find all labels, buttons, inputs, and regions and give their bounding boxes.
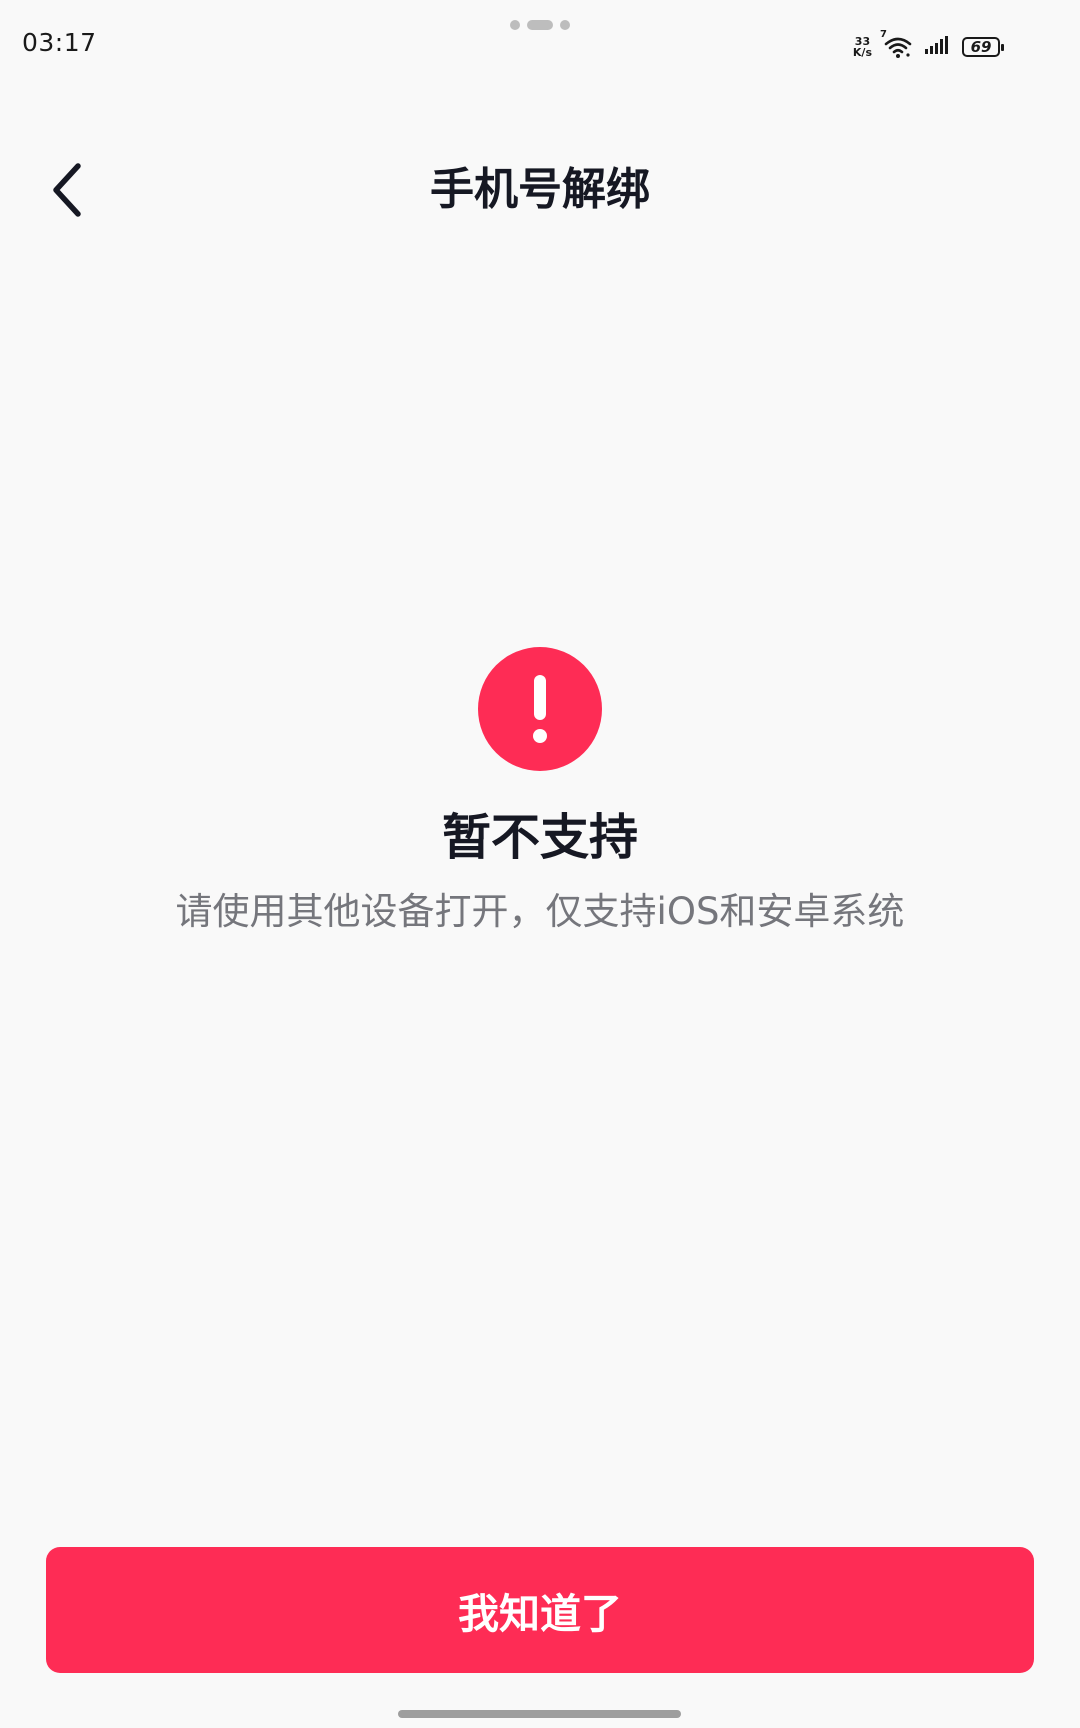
- multitask-dots-indicator[interactable]: [510, 20, 570, 30]
- back-button[interactable]: [36, 158, 100, 222]
- page-title: 手机号解绑: [430, 164, 650, 215]
- status-bar: 03:17 33 K/s 7 69: [0, 0, 1080, 95]
- wifi-icon: 7: [880, 29, 912, 59]
- network-speed: 33 K/s: [853, 36, 872, 58]
- cellular-signal-icon: [924, 35, 950, 59]
- confirm-button[interactable]: 我知道了: [46, 1547, 1034, 1673]
- status-icons: 33 K/s 7 69: [853, 29, 1004, 60]
- home-indicator[interactable]: [398, 1710, 681, 1718]
- exclamation-bar: [534, 675, 546, 720]
- dot-left: [510, 20, 520, 30]
- wifi-badge: 7: [880, 29, 887, 40]
- network-speed-unit: K/s: [852, 46, 872, 59]
- navigation-bar: 手机号解绑: [0, 140, 1080, 240]
- status-headline: 暂不支持: [441, 809, 638, 866]
- dot-center: [527, 20, 553, 30]
- chevron-left-icon: [53, 163, 81, 217]
- battery-level: 69: [970, 38, 992, 56]
- battery-icon: 69: [962, 37, 1004, 57]
- status-message: 请使用其他设备打开，仅支持iOS和安卓系统: [175, 890, 905, 933]
- status-time: 03:17: [22, 28, 97, 57]
- exclamation-circle-icon: [478, 647, 602, 771]
- unbind-phone-screen: 03:17 33 K/s 7 69 手机号解绑 暂不支持 请使用其他设备打开，仅…: [0, 0, 1080, 1728]
- exclamation-dot: [533, 729, 547, 743]
- dot-right: [560, 20, 570, 30]
